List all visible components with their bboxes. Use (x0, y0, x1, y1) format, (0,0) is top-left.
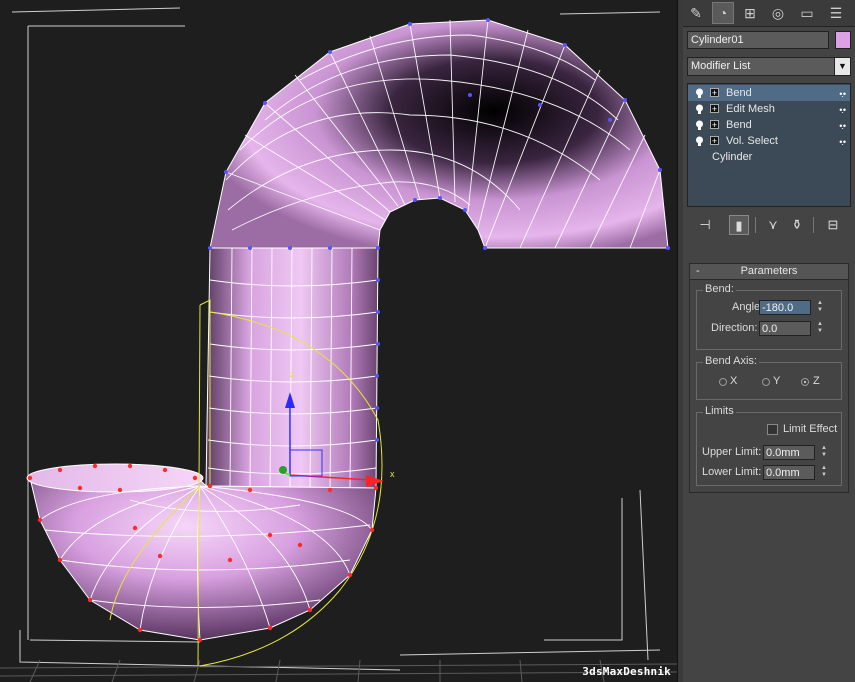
lightbulb-icon[interactable] (695, 88, 704, 98)
limit-effect-label: Limit Effect (783, 423, 838, 435)
stack-item-label: Bend (726, 87, 752, 99)
upper-limit-label: Upper Limit: (702, 446, 762, 458)
gizmo-z-label: z (290, 369, 295, 379)
angle-input[interactable]: -180.0 (759, 300, 811, 315)
limits-group: Limits Limit Effect Upper Limit: 0.0mm ▲… (696, 405, 842, 486)
dots-icon: •.• (839, 137, 846, 147)
object-color-swatch[interactable] (835, 31, 851, 49)
radio-x[interactable] (719, 378, 727, 386)
stack-item-cylinder[interactable]: Cylinder (688, 149, 850, 165)
limits-title: Limits (703, 405, 736, 417)
axis-z-label: Z (813, 375, 820, 387)
lightbulb-icon[interactable] (695, 136, 704, 146)
modifier-list-label: Modifier List (691, 60, 751, 72)
parameters-rollout: - Parameters Bend: Angle: -180.0 ▲ ▼ Dire… (689, 263, 849, 493)
lower-limit-label: Lower Limit: (702, 466, 762, 478)
axis-y-label: Y (773, 375, 781, 387)
upper-limit-input[interactable]: 0.0mm (763, 445, 815, 460)
limit-effect-checkbox[interactable] (767, 424, 778, 435)
stack-item-label: Edit Mesh (726, 103, 775, 115)
dots-icon: •.• (839, 121, 846, 131)
direction-spinner[interactable]: ▲ ▼ (815, 321, 825, 336)
direction-input[interactable]: 0.0 (759, 321, 811, 336)
command-panel-tabs: ✎ ◔ ⊞ ◎ ▭ ☰ (683, 0, 855, 27)
dots-icon: •.• (839, 89, 846, 99)
bend-group-title: Bend: (703, 283, 736, 295)
radio-y[interactable] (762, 378, 770, 386)
pipe-bottom-bend[interactable] (26, 463, 377, 641)
upper-limit-spinner[interactable]: ▲ ▼ (819, 445, 829, 460)
bend-axis-title: Bend Axis: (703, 355, 759, 367)
expand-icon[interactable]: + (710, 104, 719, 114)
lightbulb-icon[interactable] (695, 104, 704, 114)
direction-label: Direction: (711, 322, 758, 334)
modify-icon[interactable]: ◔ (712, 2, 734, 24)
pin-stack-icon[interactable]: ⊣ (695, 215, 715, 235)
bend-axis-group: Bend Axis: X Y Z (696, 355, 842, 400)
stack-item-label: Vol. Select (726, 135, 778, 147)
show-end-result-icon[interactable]: ▮ (729, 215, 749, 235)
expand-icon[interactable]: + (710, 88, 719, 98)
modifier-stack[interactable]: + Bend •.• + Edit Mesh •.• + Bend •.• + … (687, 83, 851, 207)
configure-modifier-sets-icon[interactable]: ⊟ (823, 215, 843, 235)
lightbulb-icon[interactable] (695, 120, 704, 130)
watermark-text: 3dsMaxDeshnik (582, 665, 671, 678)
stack-base-label: Cylinder (712, 151, 753, 163)
angle-spinner[interactable]: ▲ ▼ (815, 300, 825, 315)
lower-limit-spinner[interactable]: ▲ ▼ (819, 465, 829, 480)
create-icon[interactable]: ✎ (685, 2, 707, 24)
collapse-icon[interactable]: - (696, 264, 700, 279)
rollout-header[interactable]: - Parameters (690, 264, 848, 280)
gizmo-x-label: x (390, 469, 395, 479)
hierarchy-icon[interactable]: ⊞ (739, 2, 761, 24)
stack-toolbar: ⊣ ▮ ⋎ ⚱ ⊟ (687, 213, 851, 237)
modifier-list-dropdown[interactable]: Modifier List ▼ (687, 57, 851, 76)
stack-item-edit-mesh[interactable]: + Edit Mesh •.• (688, 101, 850, 117)
utilities-icon[interactable]: ☰ (825, 2, 847, 24)
rollout-title: Parameters (740, 265, 798, 277)
chevron-down-icon[interactable]: ▼ (834, 58, 850, 75)
bend-group: Bend: Angle: -180.0 ▲ ▼ Direction: 0.0 ▲ ▼ (696, 283, 842, 350)
command-panel: ✎ ◔ ⊞ ◎ ▭ ☰ Cylinder01 Modifier List ▼ +… (683, 0, 855, 682)
stack-item-bend[interactable]: + Bend •.• (688, 85, 850, 101)
stack-item-label: Bend (726, 119, 752, 131)
pipe-arch[interactable] (209, 19, 669, 249)
make-unique-icon[interactable]: ⋎ (763, 215, 783, 235)
expand-icon[interactable]: + (710, 120, 719, 130)
display-icon[interactable]: ▭ (796, 2, 818, 24)
lower-limit-input[interactable]: 0.0mm (763, 465, 815, 480)
stack-item-vol-select[interactable]: + Vol. Select •.• (688, 133, 850, 149)
expand-icon[interactable]: + (710, 136, 719, 146)
axis-x-label: X (730, 375, 738, 387)
dots-icon: •.• (839, 105, 846, 115)
toolbar-divider (813, 217, 814, 233)
motion-icon[interactable]: ◎ (767, 2, 789, 24)
toolbar-divider (755, 217, 756, 233)
viewport-scene[interactable]: z x (0, 0, 677, 682)
perspective-viewport[interactable]: z x 3dsMaxDeshnik (0, 0, 677, 682)
stack-item-bend-2[interactable]: + Bend •.• (688, 117, 850, 133)
remove-modifier-icon[interactable]: ⚱ (787, 215, 807, 235)
object-name-field[interactable]: Cylinder01 (687, 31, 829, 49)
radio-z[interactable] (801, 378, 809, 386)
